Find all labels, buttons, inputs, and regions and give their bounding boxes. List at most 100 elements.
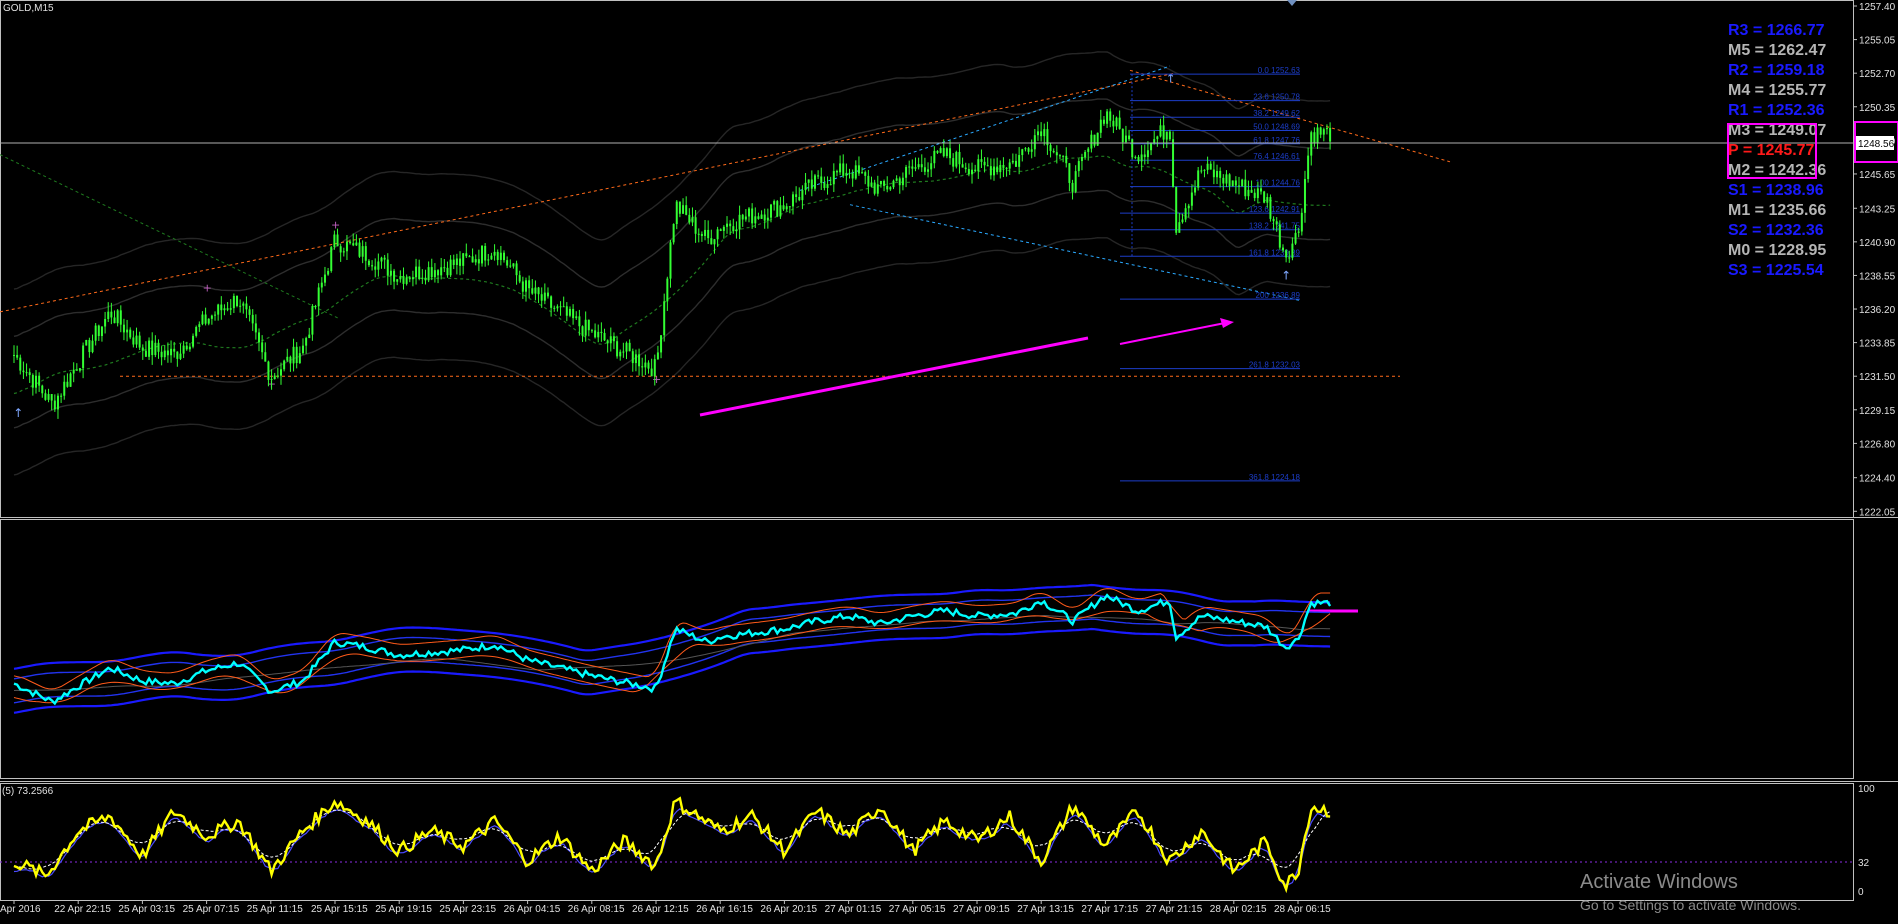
candle-body [433,270,436,278]
candle-body [634,354,637,364]
candle-body [1014,160,1017,167]
candle-body [936,150,939,153]
candle-body [857,165,860,174]
candle-body [78,368,81,371]
candle-body [192,335,195,347]
candle-body [1021,149,1024,156]
candle-body [151,340,154,356]
candle-body [1121,128,1124,143]
candle-body [88,339,91,353]
candle-body [481,245,484,264]
candle-body [31,375,34,388]
fib-level-label: 361.8 1224.18 [1249,473,1301,482]
candle-body [314,306,317,308]
candle-body [396,279,399,282]
candle-body [1300,212,1303,232]
candle-body [342,251,345,253]
candle-body [188,346,191,350]
candle-body [465,253,468,257]
candle-body [707,229,710,239]
candle-body [44,393,47,400]
candle-body [587,319,590,331]
candle-body [72,369,75,374]
candle-body [468,256,471,258]
price-tick-label: 1231.50 [1859,372,1896,383]
candle-body [704,229,707,236]
candle-body [295,346,298,364]
candle-body [1319,127,1322,135]
candle-body [1244,179,1247,197]
candle-body [622,351,625,353]
candle-body [748,208,751,217]
time-tick-label: 26 Apr 16:15 [696,904,753,915]
candle-body [1325,127,1328,130]
candle-body [565,306,568,316]
fractal-arrow-icon: ↑ [1166,71,1176,85]
candle-body [170,348,173,356]
candle-body [1084,151,1087,157]
candle-body [1259,188,1262,192]
candle-body [1096,132,1099,146]
fib-level-label: 50.0 1248.69 [1253,122,1300,131]
candle-body [1222,177,1225,184]
candle-body [251,314,254,324]
candle-body [766,217,769,221]
candle-body [616,341,619,357]
candle-body [1090,134,1093,149]
fractal-arrow-icon: ↑ [1281,269,1291,283]
candle-body [726,223,729,227]
candle-body [660,335,663,353]
candle-body [386,259,389,276]
candle-body [210,315,213,319]
candle-body [999,164,1002,173]
candle-body [69,373,72,387]
candle-body [769,204,772,218]
candle-body [804,182,807,191]
candle-body [1077,161,1080,172]
candle-body [471,256,474,263]
candle-body [1297,231,1300,233]
candle-body [974,169,977,172]
candle-body [110,311,113,318]
candle-body [283,360,286,370]
candle-body [534,287,537,294]
candle-body [317,287,320,307]
candle-body [292,346,295,364]
candle-body [430,267,433,278]
candle-body [248,309,251,315]
pivot-level-label: M2 = 1242.36 [1728,162,1826,179]
candle-body [1216,170,1219,178]
candle-body [625,342,628,352]
pivot-level-label: M5 = 1262.47 [1728,42,1826,59]
candle-body [1285,250,1288,258]
candle-body [1068,163,1071,183]
candle-body [719,229,722,231]
candle-body [854,165,857,179]
candle-body [540,294,543,301]
trading-chart[interactable]: GOLD,M15 ↑↑↑++++ 0.0 1252.6323.6 1250.78… [0,0,1898,924]
candle-body [876,184,879,194]
candle-body [1153,139,1156,143]
candle-body [1187,205,1190,209]
candle-body [1008,162,1011,169]
candle-body [355,242,358,246]
pivot-level-label: S3 = 1225.54 [1728,262,1824,279]
candle-body [826,184,829,189]
candle-body [1030,149,1033,152]
candle-body [455,258,458,265]
time-tick-label: 27 Apr 17:15 [1081,904,1138,915]
candle-body [515,263,518,276]
candle-body [493,251,496,256]
candle-body [980,159,983,162]
price-tick-label: 1238.55 [1859,271,1896,282]
candle-body [66,381,69,387]
candle-body [760,214,763,219]
candle-body [1043,129,1046,137]
candle-body [1256,188,1259,199]
candle-body [1194,187,1197,193]
candle-body [100,326,103,337]
candle-body [986,165,989,167]
candle-body [1137,156,1140,162]
candle-body [949,148,952,159]
candle-body [779,205,782,217]
